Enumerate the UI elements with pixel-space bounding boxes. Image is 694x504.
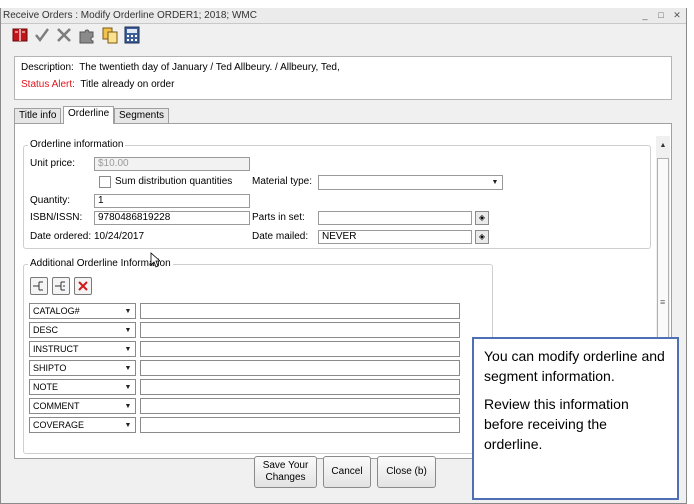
chevron-down-icon: ▼	[124, 403, 132, 410]
code-select-desc[interactable]: DESC ▼	[29, 322, 136, 338]
description-value: The twentieth day of January / Ted Allbe…	[79, 62, 340, 73]
scroll-up-arrow-icon[interactable]: ▲	[656, 140, 670, 152]
code-select-instruct[interactable]: INSTRUCT ▼	[29, 341, 136, 357]
quantity-field[interactable]: 1	[94, 194, 250, 208]
maximize-button[interactable]: □	[655, 9, 667, 21]
code-label: COVERAGE	[33, 420, 85, 430]
date-mailed-label: Date mailed:	[252, 231, 309, 242]
chevron-down-icon: ▼	[491, 179, 499, 186]
code-value-field-instruct[interactable]	[140, 341, 460, 357]
mouse-cursor-icon	[150, 252, 160, 268]
description-box: Description: The twentieth day of Januar…	[14, 56, 672, 100]
date-ordered-label: Date ordered:	[30, 231, 92, 242]
callout-text-2: Review this information before receiving…	[484, 396, 629, 452]
code-label: CATALOG#	[33, 306, 80, 316]
insert-entry-button[interactable]	[52, 277, 70, 295]
chevron-down-icon: ▼	[124, 308, 132, 315]
date-ordered-value: 10/24/2017	[94, 231, 145, 242]
unit-price-field[interactable]: $10.00	[94, 157, 250, 171]
book-icon[interactable]	[11, 26, 29, 44]
date-mailed-field[interactable]: NEVER	[318, 230, 472, 244]
tab-orderline[interactable]: Orderline	[63, 106, 115, 124]
calculator-icon[interactable]	[123, 26, 141, 44]
status-alert-value: Title already on order	[80, 79, 175, 90]
chevron-down-icon: ▼	[124, 346, 132, 353]
add-entry-icon	[33, 281, 43, 291]
checkmark-icon[interactable]	[33, 26, 51, 44]
code-select-note[interactable]: NOTE ▼	[29, 379, 136, 395]
code-select-catalog[interactable]: CATALOG# ▼	[29, 303, 136, 319]
code-select-comment[interactable]: COMMENT ▼	[29, 398, 136, 414]
close-window-button[interactable]: ✕	[671, 9, 683, 21]
remove-entry-icon	[78, 281, 88, 291]
code-label: NOTE	[33, 382, 59, 392]
cross-tools-icon[interactable]	[55, 26, 73, 44]
material-type-select[interactable]: ▼	[318, 175, 503, 190]
files-icon[interactable]	[101, 26, 119, 44]
description-label: Description:	[21, 62, 74, 73]
sum-distribution-checkbox[interactable]	[99, 176, 111, 188]
add-entry-button[interactable]	[30, 277, 48, 295]
code-select-shipto[interactable]: SHIPTO ▼	[29, 360, 136, 376]
cancel-button[interactable]: Cancel	[323, 456, 371, 488]
remove-entry-button[interactable]	[74, 277, 92, 295]
code-label: COMMENT	[33, 401, 80, 411]
quantity-label: Quantity:	[30, 195, 71, 206]
close-button[interactable]: Close (b)	[377, 456, 436, 488]
parts-in-set-label: Parts in set:	[252, 212, 305, 223]
isbn-field[interactable]: 9780486819228	[94, 211, 250, 225]
code-value-field-catalog[interactable]	[140, 303, 460, 319]
tab-title-info[interactable]: Title info	[14, 108, 62, 123]
parts-in-set-helper-button[interactable]: ◈	[475, 211, 489, 225]
orderline-information-legend: Orderline information	[28, 139, 126, 150]
code-value-field-desc[interactable]	[140, 322, 460, 338]
material-type-label: Material type:	[252, 176, 313, 187]
orderline-information-group: Orderline information Unit price: $10.00…	[23, 139, 651, 249]
chevron-down-icon: ▼	[124, 327, 132, 334]
parts-in-set-field[interactable]	[318, 211, 472, 225]
isbn-label: ISBN/ISSN:	[30, 212, 83, 223]
sum-distribution-label: Sum distribution quantities	[115, 176, 233, 187]
code-value-field-shipto[interactable]	[140, 360, 460, 376]
scrollbar-grip-icon: ≡	[660, 297, 666, 307]
save-changes-button[interactable]: Save Your Changes	[254, 456, 317, 488]
status-alert-label: Status Alert:	[21, 79, 75, 90]
code-value-field-coverage[interactable]	[140, 417, 460, 433]
chevron-down-icon: ▼	[124, 384, 132, 391]
unit-price-label: Unit price:	[30, 158, 76, 169]
code-label: DESC	[33, 325, 59, 335]
callout-text-1: You can modify orderline and segment inf…	[484, 348, 665, 384]
code-label: INSTRUCT	[33, 344, 79, 354]
window-title: Receive Orders : Modify Orderline ORDER1…	[3, 10, 257, 21]
code-value-field-note[interactable]	[140, 379, 460, 395]
date-mailed-calendar-button[interactable]: ◈	[475, 230, 489, 244]
puzzle-icon[interactable]	[77, 26, 95, 44]
help-callout: You can modify orderline and segment inf…	[472, 337, 679, 500]
chevron-down-icon: ▼	[124, 365, 132, 372]
title-bar[interactable]: Receive Orders : Modify Orderline ORDER1…	[1, 8, 686, 24]
minimize-button[interactable]: _	[639, 9, 651, 21]
insert-entry-icon	[55, 281, 65, 291]
tab-segments[interactable]: Segments	[114, 108, 170, 123]
code-label: SHIPTO	[33, 363, 67, 373]
code-select-coverage[interactable]: COVERAGE ▼	[29, 417, 136, 433]
code-value-field-comment[interactable]	[140, 398, 460, 414]
chevron-down-icon: ▼	[124, 422, 132, 429]
